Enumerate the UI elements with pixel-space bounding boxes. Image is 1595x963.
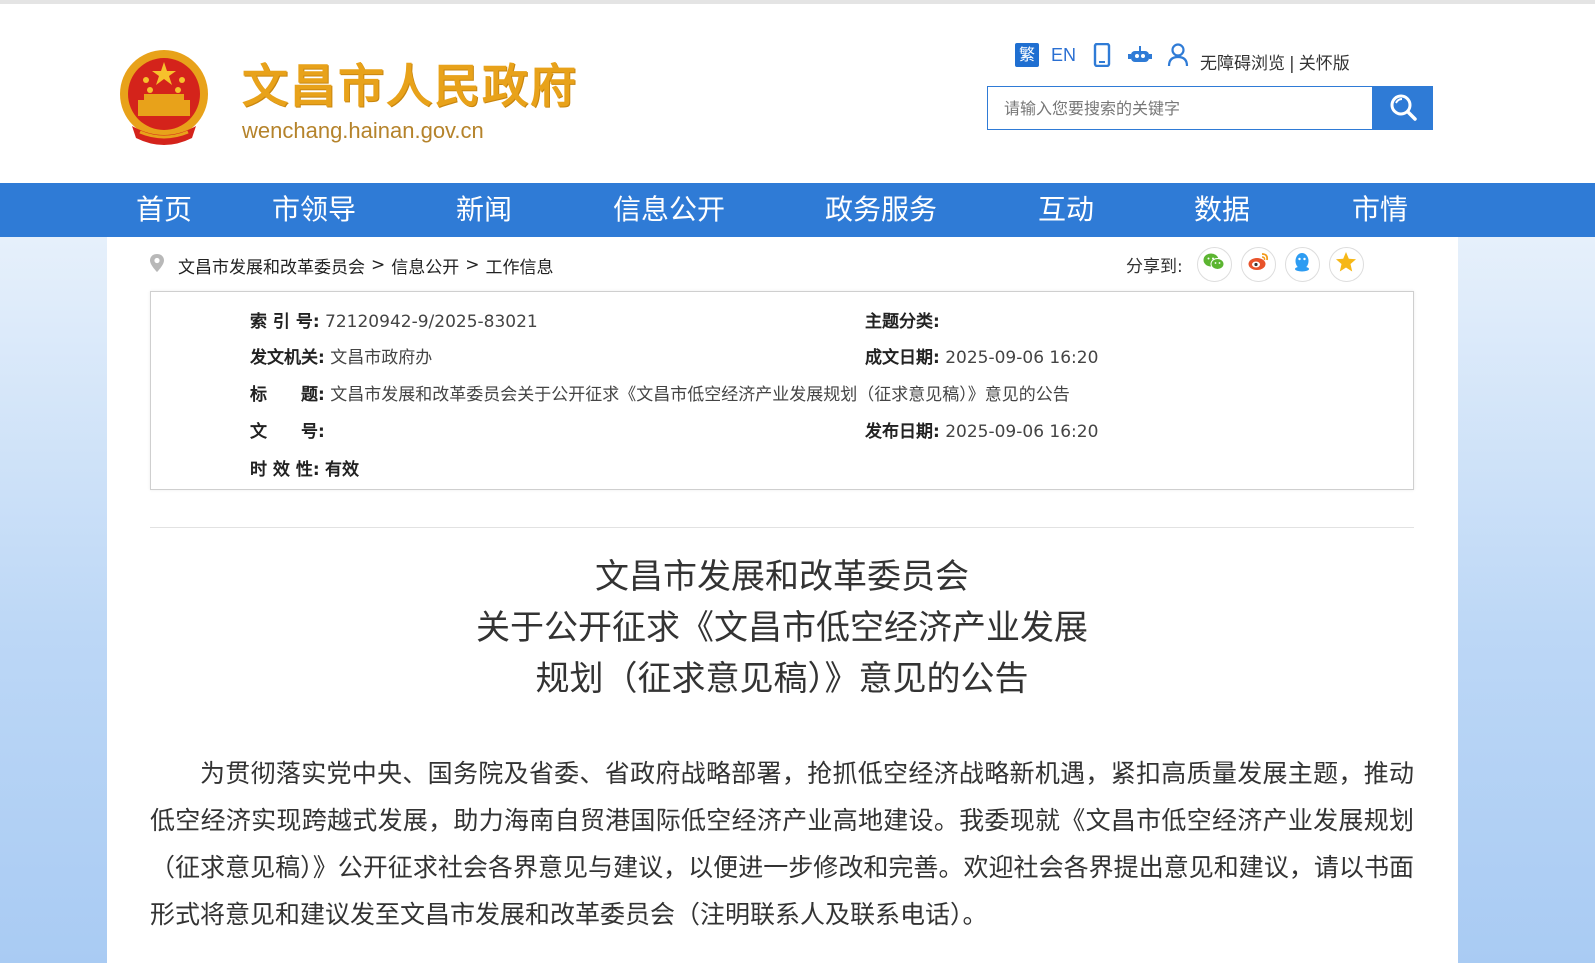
breadcrumb-item-ndrc[interactable]: 文昌市发展和改革委员会 [178, 253, 365, 278]
share-qq-button[interactable] [1284, 246, 1320, 282]
share-label: 分享到: [1126, 256, 1183, 277]
meta-created: 成文日期: 2025-09-06 16:20 [865, 343, 1098, 368]
meta-issuer-label: 发文机关: [250, 348, 325, 368]
meta-validity-label: 时 效 性: [250, 460, 320, 480]
meta-published-label: 发布日期: [865, 422, 940, 442]
traditional-chinese-button[interactable]: 繁 [1015, 43, 1039, 67]
meta-title: 标 题: 文昌市发展和改革委员会关于公开征求《文昌市低空经济产业发展规划（征求意… [250, 380, 1070, 405]
site-header: 文昌市人民政府 wenchang.hainan.gov.cn 繁 EN 无障碍浏… [0, 4, 1595, 184]
document-meta-box: 索 引 号: 72120942-9/2025-83021 主题分类: 发文机关:… [150, 291, 1414, 490]
user-icon[interactable] [1166, 43, 1190, 67]
right-background [1458, 237, 1595, 963]
meta-title-value: 文昌市发展和改革委员会关于公开征求《文昌市低空经济产业发展规划（征求意见稿）》意… [330, 385, 1070, 405]
meta-issuer: 发文机关: 文昌市政府办 [250, 343, 432, 368]
english-button[interactable]: EN [1051, 45, 1076, 66]
breadcrumb-separator: > [371, 255, 386, 275]
meta-published-value: 2025-09-06 16:20 [945, 422, 1099, 442]
main-nav: 首页 市领导 新闻 信息公开 政务服务 互动 数据 市情 [0, 183, 1595, 237]
meta-created-value: 2025-09-06 16:20 [945, 348, 1099, 368]
accessibility-link[interactable]: 无障碍浏览 [1200, 54, 1285, 74]
elder-mode-link[interactable]: 关怀版 [1299, 54, 1350, 74]
nav-item-government-services[interactable]: 政务服务 [808, 183, 954, 237]
article-title-line: 关于公开征求《文昌市低空经济产业发展 [476, 608, 1088, 648]
meta-index-label: 索 引 号: [250, 312, 320, 332]
nav-item-city-info[interactable]: 市情 [1324, 183, 1436, 237]
site-title[interactable]: 文昌市人民政府 [242, 50, 578, 116]
meta-validity: 时 效 性: 有效 [250, 455, 359, 480]
share-weibo-button[interactable] [1240, 246, 1276, 282]
left-background [0, 237, 107, 963]
search-bar [987, 86, 1433, 130]
site-domain: wenchang.hainan.gov.cn [242, 118, 484, 143]
weibo-icon [1247, 252, 1269, 276]
breadcrumb-separator: > [465, 255, 480, 275]
share-bar: 分享到: [1126, 246, 1373, 282]
search-button[interactable] [1372, 86, 1433, 130]
meta-title-label: 标 题: [250, 385, 325, 405]
nav-item-interaction[interactable]: 互动 [1010, 183, 1122, 237]
article-title-line: 规划（征求意见稿）》意见的公告 [535, 659, 1029, 699]
meta-index-value: 72120942-9/2025-83021 [325, 312, 538, 332]
article-paragraph: 为贯彻落实党中央、国务院及省委、省政府战略部署，抢抓低空经济战略新机遇，紧扣高质… [150, 759, 1414, 929]
meta-validity-value: 有效 [325, 460, 360, 480]
article-title-line: 文昌市发展和改革委员会 [595, 557, 969, 597]
share-wechat-button[interactable] [1196, 246, 1232, 282]
nav-item-home[interactable]: 首页 [108, 183, 220, 237]
national-emblem-icon[interactable] [116, 48, 212, 152]
nav-item-news[interactable]: 新闻 [428, 183, 540, 237]
meta-docno-label: 文 号: [250, 422, 325, 442]
meta-published: 发布日期: 2025-09-06 16:20 [865, 417, 1098, 442]
mobile-icon[interactable] [1090, 43, 1114, 67]
meta-topic: 主题分类: [865, 307, 940, 332]
meta-index: 索 引 号: 72120942-9/2025-83021 [250, 307, 538, 332]
search-icon [1388, 92, 1418, 125]
meta-topic-label: 主题分类: [865, 312, 940, 332]
article-title: 文昌市发展和改革委员会 关于公开征求《文昌市低空经济产业发展 规划（征求意见稿）… [150, 552, 1414, 705]
qq-icon [1292, 251, 1312, 277]
nav-item-leaders[interactable]: 市领导 [254, 183, 374, 237]
wechat-icon [1203, 252, 1225, 276]
header-tools: 繁 EN 无障碍浏览 | 关怀版 [1015, 40, 1350, 74]
meta-issuer-value: 文昌市政府办 [330, 348, 433, 368]
nav-item-data[interactable]: 数据 [1166, 183, 1278, 237]
content-divider [150, 527, 1414, 528]
star-icon [1335, 251, 1357, 277]
meta-created-label: 成文日期: [865, 348, 940, 368]
breadcrumb-item-work-info[interactable]: 工作信息 [486, 253, 554, 278]
breadcrumb-item-info-disclosure[interactable]: 信息公开 [391, 253, 459, 278]
robot-icon[interactable] [1128, 43, 1153, 67]
nav-item-info-disclosure[interactable]: 信息公开 [598, 183, 740, 237]
breadcrumb: 文昌市发展和改革委员会 > 信息公开 > 工作信息 [150, 252, 554, 278]
meta-docno: 文 号: [250, 417, 325, 442]
search-input[interactable] [987, 86, 1373, 130]
link-separator: | [1289, 53, 1295, 74]
accessibility-links: 无障碍浏览 | 关怀版 [1200, 49, 1350, 74]
share-qzone-button[interactable] [1328, 246, 1364, 282]
location-pin-icon [150, 253, 164, 277]
